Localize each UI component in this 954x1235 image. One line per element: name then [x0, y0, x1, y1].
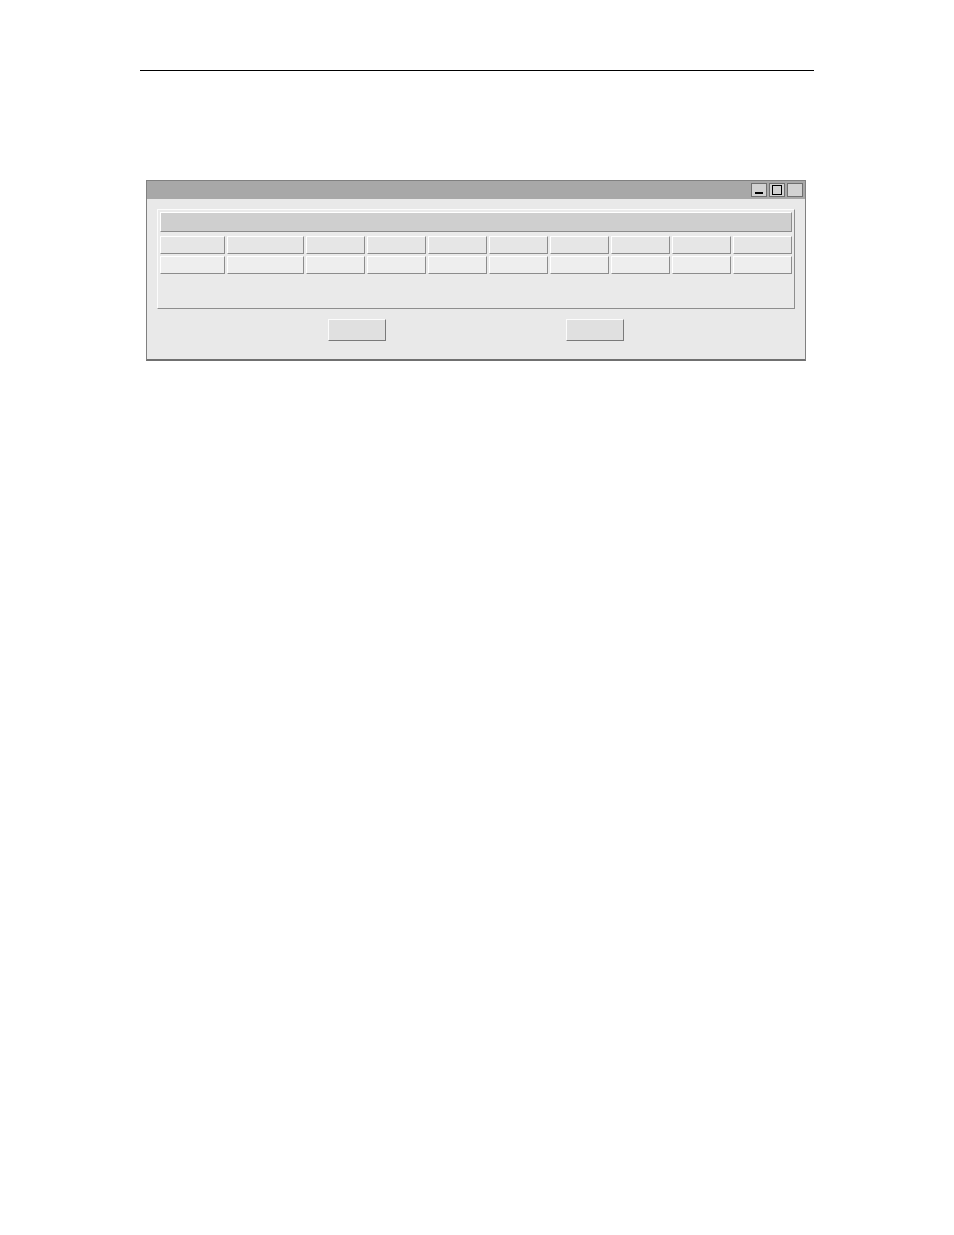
- table-cell: [611, 256, 670, 274]
- dialog-button-left[interactable]: [328, 319, 386, 341]
- panel-footer: [160, 278, 792, 306]
- table-cell: [733, 256, 792, 274]
- column-header: [306, 236, 365, 254]
- column-header: [733, 236, 792, 254]
- header-rule: [140, 70, 814, 71]
- titlebar[interactable]: [147, 181, 805, 199]
- table-cell: [489, 256, 548, 274]
- data-table: [160, 236, 792, 274]
- table-column: [733, 236, 792, 274]
- column-header: [489, 236, 548, 254]
- table-cell: [227, 256, 304, 274]
- table-column: [227, 236, 304, 274]
- table-cell: [306, 256, 365, 274]
- table-column: [306, 236, 365, 274]
- column-header: [550, 236, 609, 254]
- column-header: [367, 236, 426, 254]
- table-cell: [672, 256, 731, 274]
- table-cell: [160, 256, 225, 274]
- dialog-window: [146, 180, 806, 361]
- close-button[interactable]: [787, 183, 803, 197]
- dialog-button-right[interactable]: [566, 319, 624, 341]
- column-header: [428, 236, 487, 254]
- table-cell: [428, 256, 487, 274]
- inner-panel: [157, 209, 795, 309]
- table-column: [160, 236, 225, 274]
- table-column: [550, 236, 609, 274]
- table-column: [428, 236, 487, 274]
- table-cell: [367, 256, 426, 274]
- panel-header: [160, 212, 792, 232]
- minimize-button[interactable]: [751, 183, 767, 197]
- column-header: [672, 236, 731, 254]
- column-header: [160, 236, 225, 254]
- dialog-body: [147, 199, 805, 359]
- button-row: [157, 309, 795, 349]
- table-column: [367, 236, 426, 274]
- table-column: [611, 236, 670, 274]
- column-header: [227, 236, 304, 254]
- page: [0, 0, 954, 1235]
- table-cell: [550, 256, 609, 274]
- table-column: [489, 236, 548, 274]
- table-column: [672, 236, 731, 274]
- column-header: [611, 236, 670, 254]
- maximize-button[interactable]: [769, 183, 785, 197]
